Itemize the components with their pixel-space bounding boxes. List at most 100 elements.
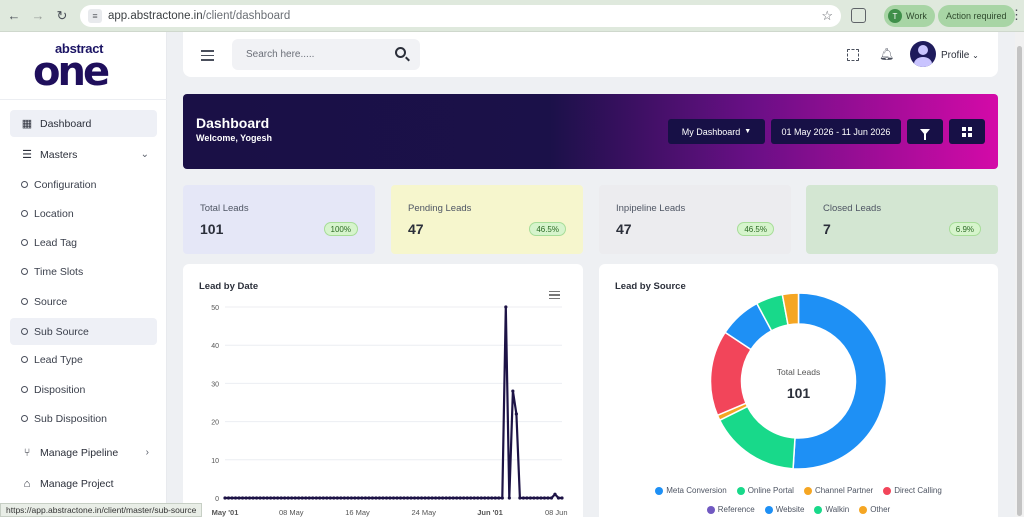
extensions-icon[interactable] [851,8,866,23]
action-required-chip[interactable]: Action required [938,5,1015,27]
sidebar-item-configuration[interactable]: Configuration [10,171,157,198]
profile-menu[interactable]: Profile ⌄ [941,50,979,61]
bookmark-star-icon[interactable]: ☆ [821,8,833,24]
sidebar-item-lead-tag[interactable]: Lead Tag [10,229,157,256]
series-line [225,305,562,500]
forward-arrow-icon[interactable]: → [28,6,48,26]
scrollbar-thumb[interactable] [1017,46,1022,516]
data-point [349,496,353,500]
circle-bullet-icon [21,328,28,335]
chart-legend-row: Meta Conversion Online Portal Channel Part… [599,486,998,495]
data-point [532,496,536,500]
data-point [381,496,385,500]
avatar[interactable] [910,41,936,67]
data-point [276,496,280,500]
data-point [223,496,227,500]
data-point [560,496,564,500]
address-bar[interactable]: ≡ app.abstractone.in/client/dashboard ☆ [80,5,841,27]
sidebar-item-label: Masters [40,148,78,161]
sidebar-item-disposition[interactable]: Disposition [10,376,157,403]
search-icon[interactable] [395,47,406,58]
sidebar-item-dashboard[interactable]: ▦ Dashboard [10,110,157,137]
legend-swatch [706,505,715,514]
sidebar-item-source[interactable]: Source [10,288,157,315]
y-tick-label: 10 [211,458,219,465]
legend-item[interactable]: Website [764,505,804,514]
site-info-icon[interactable]: ≡ [88,9,102,23]
data-point [247,496,252,500]
data-point [504,305,508,309]
data-point [416,496,420,500]
sidebar-item-label: Configuration [34,178,97,191]
data-point [507,496,511,500]
data-point [230,496,234,500]
data-point [233,496,238,500]
browser-menu-icon[interactable]: ⋮ [1010,7,1023,23]
search-input[interactable] [232,49,382,60]
lead-by-source-panel: Lead by Source Total Leads 101 Meta Conv… [599,264,998,517]
sidebar-item-sub-source[interactable]: Sub Source [10,318,157,345]
sidebar-item-time-slots[interactable]: Time Slots [10,258,157,285]
data-point [240,496,245,500]
data-point [307,496,311,500]
circle-bullet-icon [21,268,28,275]
my-dashboard-dropdown[interactable]: My Dashboard ▼ [668,119,765,144]
data-point [469,496,473,500]
stat-percent-badge: 100% [323,222,358,236]
sidebar-item-location[interactable]: Location [10,200,157,227]
legend-swatch [655,486,664,495]
stat-card-pending-leads[interactable]: Pending Leads 47 46.5% [391,185,583,254]
sidebar-item-sub-disposition[interactable]: Sub Disposition [10,405,157,432]
sidebar-item-masters[interactable]: ☰ Masters ⌄ [10,141,157,168]
sidebar-item-manage-project[interactable]: ⌂ Manage Project [10,470,157,497]
data-point [479,496,483,500]
sidebar-item-manage-pipeline[interactable]: ⑂ Manage Pipeline › [10,439,157,466]
abstractone-logo[interactable]: abstract one [33,41,135,95]
x-tick-label: 16 May [345,508,370,517]
data-point [346,496,350,500]
data-point [304,496,308,500]
notification-bell-icon[interactable]: 🔔︎ [879,47,894,61]
data-point [395,496,399,500]
stat-label: Inpipeline Leads [616,203,686,214]
chart-menu-icon[interactable] [549,291,560,299]
browser-profile-chip[interactable]: T Work [884,5,935,27]
data-point [490,496,494,500]
filter-button[interactable] [907,119,943,144]
sidebar-item-label: Lead Tag [34,236,78,249]
data-point [448,496,452,500]
data-point [441,496,445,500]
legend-item[interactable]: Channel Partner [803,486,873,495]
legend-item[interactable]: Other [859,505,890,514]
reload-icon[interactable]: ↻ [52,6,72,26]
layout-grid-button[interactable] [949,119,985,144]
sidebar-item-lead-type[interactable]: Lead Type [10,346,157,373]
legend-item[interactable]: Reference [706,505,755,514]
fullscreen-icon[interactable] [847,49,859,61]
legend-swatch [859,505,868,514]
legend-item[interactable]: Online Portal [736,486,794,495]
caret-down-icon: ▼ [744,128,752,135]
legend-item[interactable]: Walkin [814,505,849,514]
legend-swatch [883,486,892,495]
back-arrow-icon[interactable]: ← [4,6,24,26]
hamburger-menu-icon[interactable] [201,50,214,61]
legend-label: Online Portal [747,486,794,495]
stat-value: 7 [823,221,831,237]
dashboard-grid-icon: ▦ [21,118,33,130]
legend-item[interactable]: Meta Conversion [655,486,727,495]
data-point [286,496,290,500]
legend-label: Direct Calling [894,486,942,495]
page-scrollbar[interactable] [1015,32,1024,517]
date-range-picker[interactable]: 01 May 2026 - 11 Jun 2026 [771,119,901,144]
y-tick-label: 30 [211,381,219,388]
legend-item[interactable]: Direct Calling [883,486,942,495]
data-point [356,496,360,500]
data-point [297,496,301,500]
stat-card-inpipeline-leads[interactable]: Inpipeline Leads 47 46.5% [599,185,791,254]
stat-card-closed-leads[interactable]: Closed Leads 7 6.9% [806,185,998,254]
data-point [384,496,389,500]
y-tick-label: 20 [211,420,219,427]
data-point [465,496,469,500]
stat-card-total-leads[interactable]: Total Leads 101 100% [183,185,375,254]
